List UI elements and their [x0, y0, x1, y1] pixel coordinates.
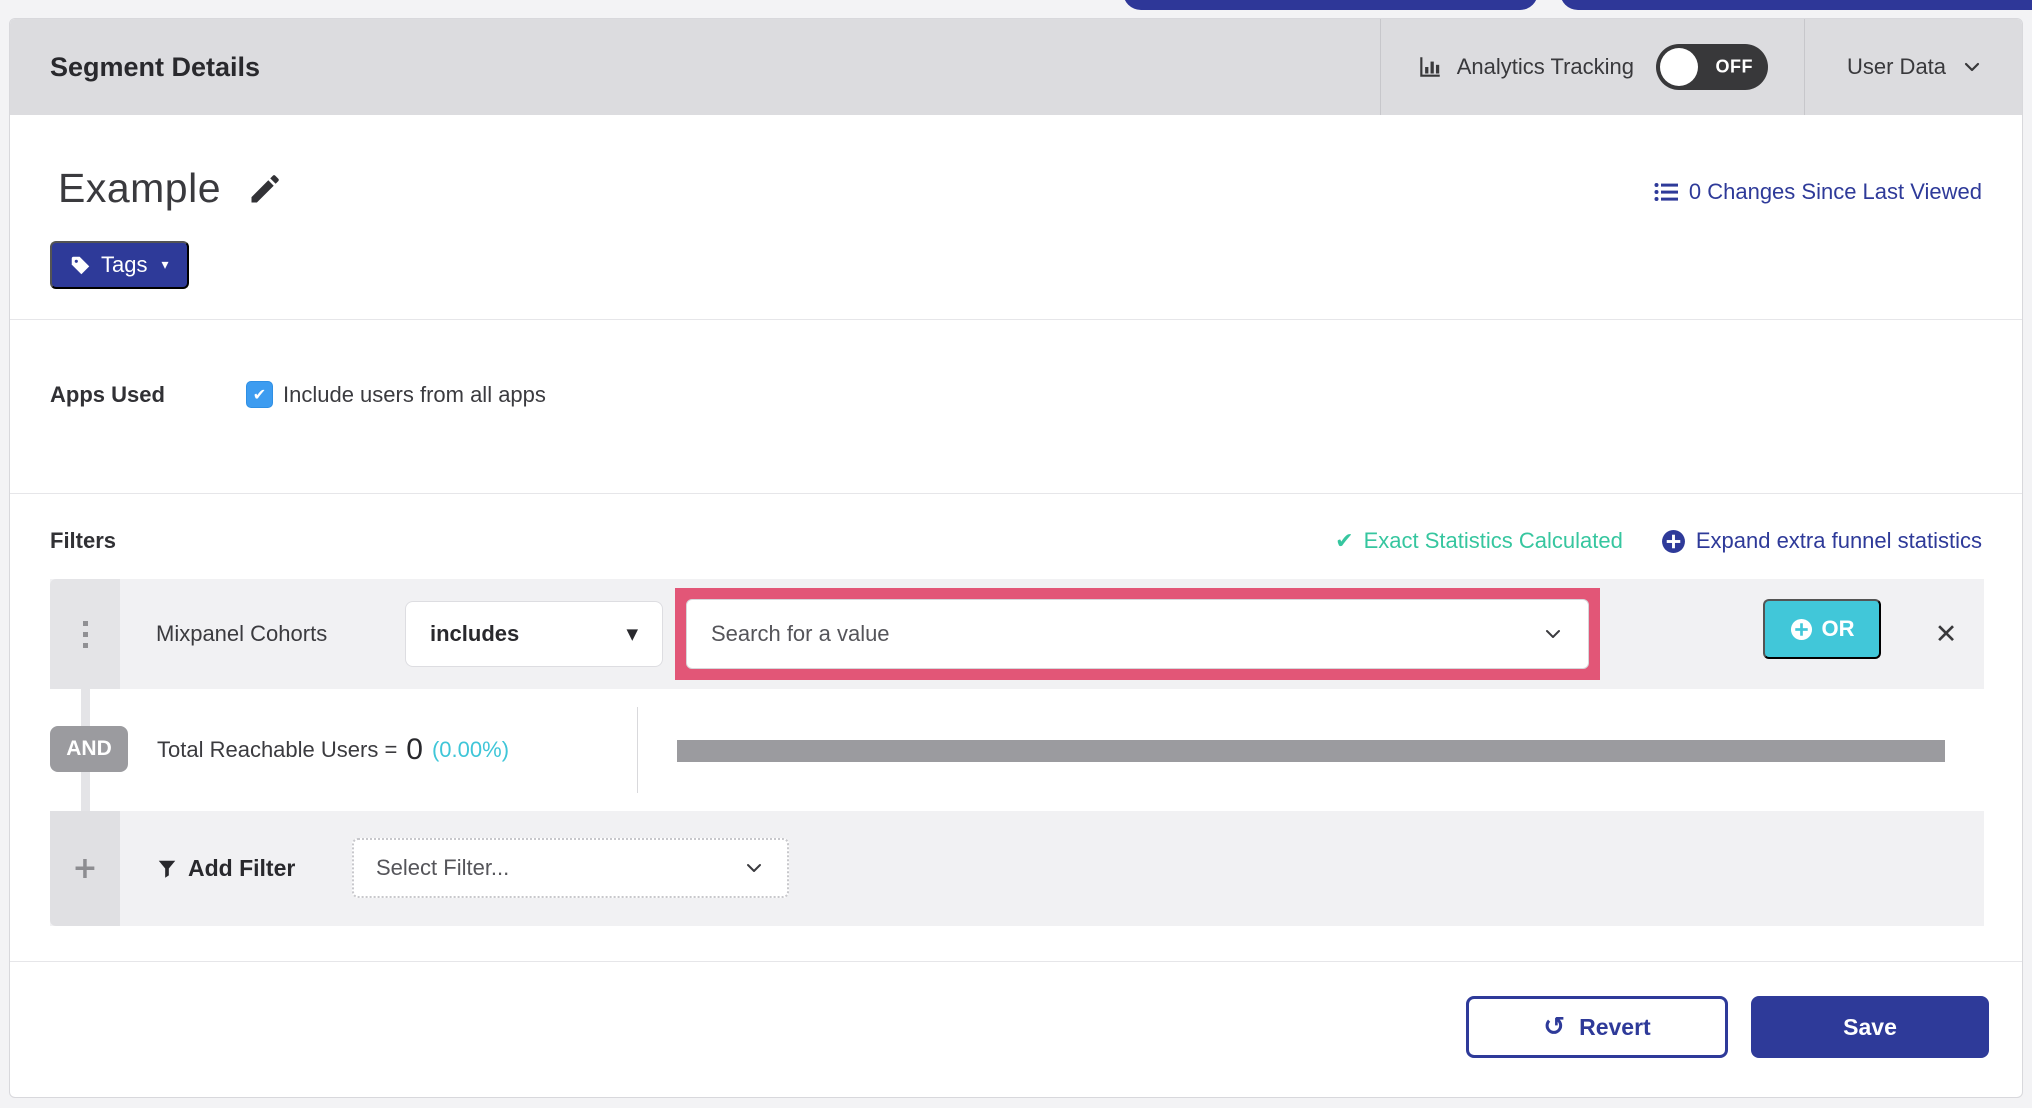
plus-circle-icon: [1661, 529, 1686, 554]
analytics-tracking-section: Analytics Tracking OFF: [1379, 19, 1804, 115]
tags-button-label: Tags: [101, 252, 148, 277]
revert-button[interactable]: ↺ Revert: [1466, 996, 1728, 1058]
expand-funnel-statistics-link[interactable]: Expand extra funnel statistics: [1661, 528, 1982, 554]
include-all-apps-checkbox[interactable]: ✔: [246, 381, 273, 408]
apps-used-row: Apps Used ✔ Include users from all apps: [50, 381, 546, 408]
segment-details-card: Segment Details Analytics Tracking OFF U…: [9, 18, 2023, 1098]
check-icon: ✔: [1335, 528, 1354, 554]
top-tab-button-right[interactable]: [1560, 0, 2032, 10]
analytics-tracking-label: Analytics Tracking: [1456, 54, 1634, 79]
and-summary-row: AND Total Reachable Users = 0 (0.00%): [50, 689, 1984, 811]
save-button[interactable]: Save: [1751, 996, 1989, 1058]
top-tab-button-left[interactable]: [1123, 0, 1538, 10]
drag-dot: [82, 642, 88, 648]
drag-handle[interactable]: [50, 579, 120, 689]
revert-button-label: Revert: [1579, 1013, 1651, 1040]
value-select-placeholder: Search for a value: [711, 621, 890, 646]
reachable-percent: (0.00%): [431, 737, 510, 762]
revert-arrow-icon: ↺: [1543, 1012, 1566, 1042]
save-button-label: Save: [1843, 1013, 1897, 1040]
select-filter-placeholder: Select Filter...: [376, 855, 510, 880]
analytics-chart-icon: [1417, 54, 1443, 80]
add-filter-label: Add Filter: [188, 855, 296, 881]
chevron-down-icon: [1962, 60, 1982, 74]
drag-dot: [82, 631, 88, 637]
section-divider: [10, 319, 2022, 320]
add-or-condition-button[interactable]: OR: [1763, 599, 1881, 659]
segment-details-header: Segment Details Analytics Tracking OFF U…: [10, 19, 2022, 115]
section-divider: [10, 493, 2022, 494]
exact-statistics-label: Exact Statistics Calculated: [1363, 528, 1623, 553]
filter-group: Mixpanel Cohorts includes ▼ Search for a…: [50, 579, 1984, 926]
change-list-icon: [1653, 180, 1679, 204]
filters-heading: Filters: [50, 528, 117, 553]
toggle-knob: [1660, 48, 1698, 86]
page-title: Segment Details: [50, 51, 261, 82]
total-reachable-users: Total Reachable Users = 0 (0.00%): [157, 689, 509, 811]
filter-field-label: Mixpanel Cohorts: [156, 621, 328, 646]
user-data-dropdown[interactable]: User Data: [1804, 19, 2022, 115]
filter-row: Mixpanel Cohorts includes ▼ Search for a…: [50, 579, 1984, 689]
analytics-tracking-toggle[interactable]: OFF: [1656, 44, 1768, 90]
remove-filter-button[interactable]: ✕: [1926, 579, 1966, 689]
add-filter-group: Add Filter: [156, 811, 295, 926]
add-filter-row: + Add Filter Select Filter...: [50, 811, 1984, 926]
include-all-apps-label: Include users from all apps: [283, 381, 546, 407]
and-conjunction-badge: AND: [50, 726, 128, 772]
segment-name: Example: [58, 165, 222, 211]
exact-statistics-status: ✔ Exact Statistics Calculated: [1335, 528, 1623, 554]
value-search-select[interactable]: Search for a value: [686, 599, 1589, 669]
operator-value: includes: [430, 621, 520, 646]
user-data-label: User Data: [1847, 54, 1947, 79]
changes-since-last-viewed-link[interactable]: 0 Changes Since Last Viewed: [1653, 179, 1982, 205]
chevron-down-icon: [1542, 626, 1564, 642]
toggle-state-label: OFF: [1715, 56, 1753, 77]
reachable-label: Total Reachable Users =: [157, 737, 398, 762]
header-actions: Analytics Tracking OFF User Data: [1379, 19, 2022, 115]
highlight-outline: Search for a value: [675, 588, 1600, 680]
expand-link-label: Expand extra funnel statistics: [1695, 528, 1982, 553]
edit-pencil-icon[interactable]: [247, 171, 283, 207]
apps-used-label: Apps Used: [50, 381, 165, 407]
funnel-icon: [156, 858, 178, 880]
vertical-divider: [637, 707, 638, 793]
reachable-users-bar: [677, 740, 1945, 762]
or-button-label: OR: [1821, 616, 1855, 641]
footer-divider: [10, 961, 2022, 962]
plus-circle-icon: [1790, 618, 1813, 641]
select-filter-dropdown[interactable]: Select Filter...: [352, 838, 789, 898]
drag-dot: [82, 620, 88, 626]
tags-button[interactable]: Tags ▾: [50, 241, 189, 289]
reachable-value: 0: [406, 733, 423, 766]
filters-heading-row: Filters ✔ Exact Statistics Calculated Ex…: [50, 523, 1982, 559]
tags-caret-icon: ▾: [161, 257, 169, 273]
tag-icon: [70, 255, 91, 276]
changes-link-label: 0 Changes Since Last Viewed: [1688, 179, 1982, 204]
add-filter-plus-handle[interactable]: +: [50, 811, 120, 926]
dropdown-triangle-icon: ▼: [626, 625, 638, 643]
segment-name-row: Example: [58, 165, 283, 212]
operator-select[interactable]: includes ▼: [405, 601, 663, 667]
chevron-down-icon: [743, 860, 765, 876]
